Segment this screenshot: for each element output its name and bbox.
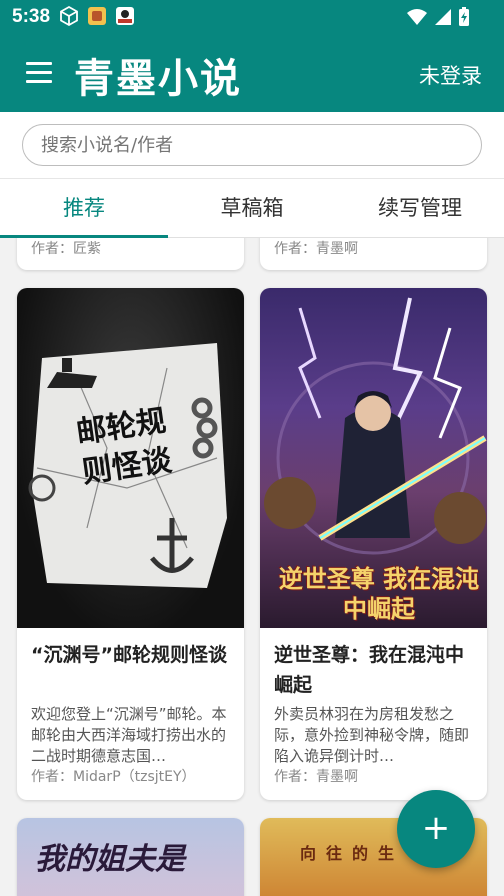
app-badge2-icon [116,7,134,25]
book-description: 欢迎您登上“沉渊号”邮轮。本邮轮由大西洋海域打捞出水的二战时期德意志国… [31,705,227,765]
wifi-icon [407,9,427,25]
search-bar [0,112,504,178]
book-cover: 逆世圣尊 我在混沌中崛起 [260,288,487,628]
cover-title-text: 我的姐夫是 [35,842,185,877]
hamburger-menu-icon[interactable] [26,62,52,84]
search-input[interactable] [22,124,482,166]
book-title: 逆世圣尊：我在混沌中崛起 [274,644,465,696]
tab-bar: 推荐 草稿箱 续写管理 [0,178,504,238]
book-title: “沉渊号”邮轮规则怪谈 [31,644,227,666]
app-bar: 青墨小说 未登录 [0,34,504,112]
book-author: 作者：青墨啊 [274,769,358,785]
cover-title-text: 向往的生 [300,844,405,863]
cube-icon [60,5,78,27]
book-card[interactable]: 作者：青墨啊 [260,238,487,270]
tab-recommend[interactable]: 推荐 [0,179,168,239]
book-card[interactable]: 作者：匠紫 [17,238,244,270]
app-badge-icon [88,7,106,25]
status-time: 5:38 [12,6,51,27]
book-author: 作者：MidarP（tzsjtEY） [31,769,196,785]
signal-icon [435,9,451,25]
cover-title-text: 逆世圣尊 我在混沌中崛起 [278,564,480,623]
book-card[interactable]: 邮轮规则怪谈 “沉渊号”邮轮规则怪谈 欢迎您登上“沉渊号”邮轮。本邮轮由大西洋海… [17,288,244,800]
cover-title-text: 邮轮规则怪谈 [74,403,174,491]
book-card[interactable]: 逆世圣尊 我在混沌中崛起 逆世圣尊：我在混沌中崛起 外卖员林羽在为房租发愁之际，… [260,288,487,800]
battery-charging-icon [459,7,469,26]
book-description: 外卖员林羽在为房租发愁之际，意外捡到神秘令牌，随即陷入诡异倒计时… [274,705,470,765]
book-card[interactable]: 我的姐夫是 [17,818,244,896]
tab-continuation-management[interactable]: 续写管理 [336,179,504,239]
app-title: 青墨小说 [74,56,242,102]
book-cover: 我的姐夫是 [17,818,244,896]
card-author: 作者：匠紫 [31,241,101,257]
add-book-button[interactable]: + [397,790,475,868]
status-bar: 5:38 [0,0,504,34]
tab-drafts[interactable]: 草稿箱 [168,179,336,239]
card-author: 作者：青墨啊 [274,241,358,257]
login-button[interactable]: 未登录 [419,60,482,90]
book-cover: 邮轮规则怪谈 [17,288,244,628]
